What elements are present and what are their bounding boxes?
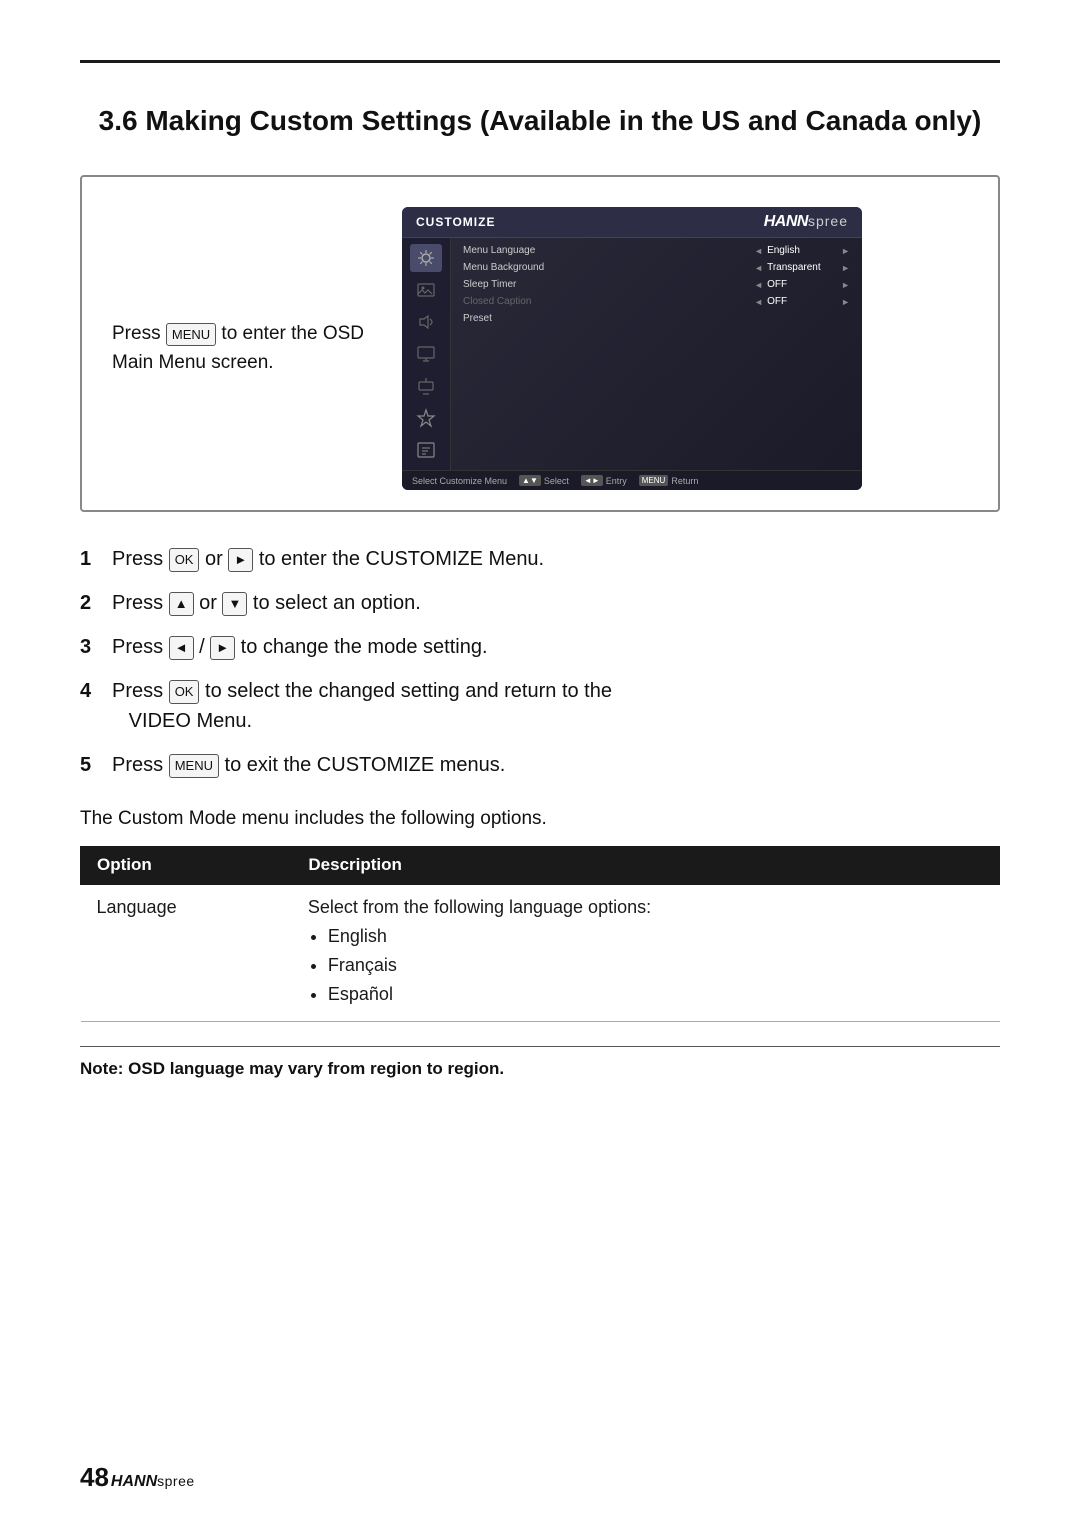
step-1-number: 1: [80, 544, 112, 574]
osd-header: CUSTOMIZE HANNspree: [402, 207, 862, 238]
step-2-text: Press ▲ or ▼ to select an option.: [112, 588, 421, 618]
footer-brand: HANNspree: [111, 1473, 195, 1491]
screenshot-text: Press MENU to enter the OSD Main Menu sc…: [112, 320, 372, 377]
osd-label-preset: Preset: [463, 313, 850, 324]
step-1-text: Press OK or ► to enter the CUSTOMIZE Men…: [112, 544, 544, 574]
step-3-text: Press ◄ / ► to change the mode setting.: [112, 632, 488, 662]
step-3-number: 3: [80, 632, 112, 662]
osd-icon-sidebar: [402, 238, 451, 470]
osd-menu-row-caption: Closed Caption ◄ OFF ►: [459, 293, 854, 310]
osd-icon-picture: [410, 276, 442, 304]
section-heading: 3.6 Making Custom Settings (Available in…: [80, 103, 1000, 139]
table-header-option: Option: [81, 847, 292, 885]
step-3-key2: ►: [210, 636, 235, 660]
step-5: 5 Press MENU to exit the CUSTOMIZE menus…: [80, 750, 1000, 780]
osd-menu-content: Menu Language ◄ English ► Menu Backgroun…: [451, 238, 862, 470]
osd-brand: HANNspree: [764, 213, 848, 231]
table-cell-option: Language: [81, 884, 292, 1021]
step-4-text: Press OK to select the changed setting a…: [112, 676, 612, 736]
osd-icon-customize: [410, 244, 442, 272]
step-3: 3 Press ◄ / ► to change the mode setting…: [80, 632, 1000, 662]
step-4-number: 4: [80, 676, 112, 706]
osd-footer-select: ▲▼ Select: [519, 475, 569, 486]
osd-menu-row-language: Menu Language ◄ English ►: [459, 242, 854, 259]
footer-brand-spree: spree: [157, 1473, 195, 1489]
page-footer: 48 HANNspree: [80, 1462, 195, 1493]
osd-label-language: Menu Language: [463, 245, 750, 256]
osd-value-language: English: [767, 245, 837, 256]
step-4-key1: OK: [169, 680, 200, 704]
step-1-key1: OK: [169, 548, 200, 572]
osd-icon-audio: [410, 308, 442, 336]
menu-key: MENU: [166, 323, 216, 347]
step-5-number: 5: [80, 750, 112, 780]
osd-footer-label-select: Select Customize Menu: [412, 476, 507, 486]
osd-menu-row-background: Menu Background ◄ Transparent ►: [459, 259, 854, 276]
osd-footer-entry: ◄► Entry: [581, 475, 627, 486]
page: 3.6 Making Custom Settings (Available in…: [0, 0, 1080, 1529]
step-1: 1 Press OK or ► to enter the CUSTOMIZE M…: [80, 544, 1000, 574]
footer-page-number: 48: [80, 1462, 109, 1493]
osd-mockup: CUSTOMIZE HANNspree: [402, 207, 862, 490]
osd-footer-return: MENU Return: [639, 475, 699, 486]
osd-label-background: Menu Background: [463, 262, 750, 273]
step-2: 2 Press ▲ or ▼ to select an option.: [80, 588, 1000, 618]
osd-customize-label: CUSTOMIZE: [416, 215, 495, 229]
note-text: Note: OSD language may vary from region …: [80, 1059, 1000, 1079]
language-espanol: Español: [328, 980, 984, 1009]
osd-label-caption: Closed Caption: [463, 296, 750, 307]
steps-section: 1 Press OK or ► to enter the CUSTOMIZE M…: [80, 544, 1000, 780]
osd-icon-display: [410, 340, 442, 368]
step-2-number: 2: [80, 588, 112, 618]
footer-brand-hann: HANN: [111, 1473, 157, 1490]
table-header-description: Description: [292, 847, 1000, 885]
step-1-key2: ►: [228, 548, 253, 572]
osd-icon-font: [410, 436, 442, 464]
osd-icon-input: [410, 372, 442, 400]
table-cell-description: Select from the following language optio…: [292, 884, 1000, 1021]
osd-value-caption: OFF: [767, 296, 837, 307]
main-menu-text: Main Menu screen.: [112, 352, 274, 373]
table-row-language: Language Select from the following langu…: [81, 884, 1000, 1021]
osd-brand-spree: spree: [808, 213, 848, 229]
language-francais: Français: [328, 951, 984, 980]
enter-osd-text: to enter the OSD: [221, 323, 364, 344]
osd-label-sleep: Sleep Timer: [463, 279, 750, 290]
language-english: English: [328, 922, 984, 951]
osd-icon-star: [410, 404, 442, 432]
step-5-key1: MENU: [169, 754, 219, 778]
osd-brand-hann: HANN: [764, 213, 808, 230]
press-label: Press: [112, 323, 161, 344]
step-2-key1: ▲: [169, 592, 194, 616]
osd-value-background: Transparent: [767, 262, 837, 273]
osd-menu-row-preset: Preset: [459, 310, 854, 327]
osd-footer: Select Customize Menu ▲▼ Select ◄► Entry…: [402, 470, 862, 490]
osd-menu-row-sleep: Sleep Timer ◄ OFF ►: [459, 276, 854, 293]
note-box: Note: OSD language may vary from region …: [80, 1046, 1000, 1079]
osd-value-sleep: OFF: [767, 279, 837, 290]
description-prefix: Select from the following language optio…: [308, 897, 651, 917]
step-4: 4 Press OK to select the changed setting…: [80, 676, 1000, 736]
osd-body: Menu Language ◄ English ► Menu Backgroun…: [402, 238, 862, 470]
screenshot-box: Press MENU to enter the OSD Main Menu sc…: [80, 175, 1000, 512]
options-table: Option Description Language Select from …: [80, 846, 1000, 1021]
step-3-key1: ◄: [169, 636, 194, 660]
table-intro: The Custom Mode menu includes the follow…: [80, 808, 1000, 830]
step-5-text: Press MENU to exit the CUSTOMIZE menus.: [112, 750, 505, 780]
top-rule: [80, 60, 1000, 63]
step-2-key2: ▼: [222, 592, 247, 616]
language-bullet-list: English Français Español: [308, 922, 984, 1008]
